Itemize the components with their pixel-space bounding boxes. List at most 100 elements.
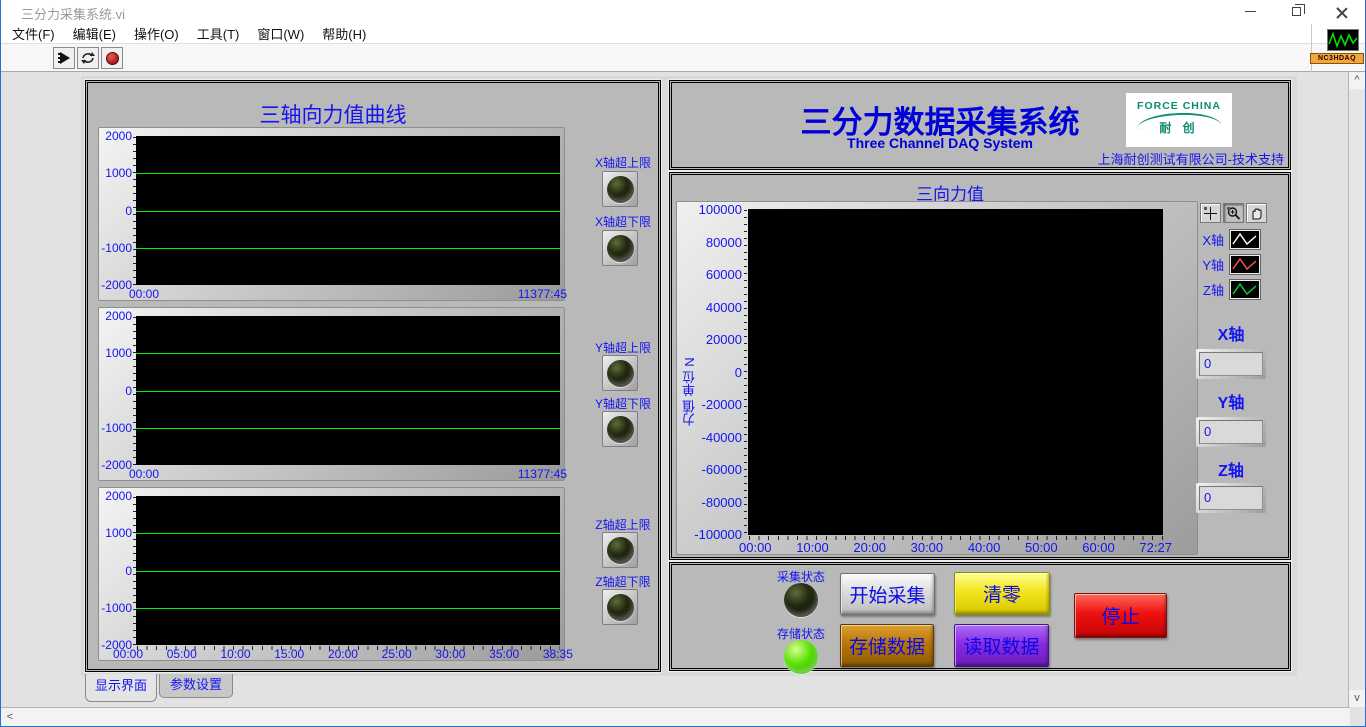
scroll-up-icon[interactable]: ^ <box>1349 72 1365 89</box>
read-data-button[interactable]: 读取数据 <box>954 624 1049 667</box>
waveform-chart-z[interactable]: 200010000-1000-2000 00:0005:0010:0015:00… <box>98 487 565 661</box>
tick-label: 05:00 <box>167 647 197 661</box>
tick-label: 2000 <box>105 489 132 503</box>
scroll-down-icon[interactable]: v <box>1349 690 1365 707</box>
horizontal-scrollbar[interactable]: < <box>1 707 1350 727</box>
x-lower-limit-led[interactable] <box>602 230 638 266</box>
tick-label: 20000 <box>706 332 742 347</box>
xy-graph[interactable]: 100000800006000040000200000-20000-40000-… <box>676 201 1198 555</box>
led-off-icon <box>607 235 634 262</box>
scroll-left-icon[interactable]: < <box>1 708 19 727</box>
menu-item[interactable]: 编辑(E) <box>64 24 125 43</box>
y-upper-limit-led[interactable] <box>602 355 638 391</box>
labview-window: 三分力采集系统.vi 文件(F)编辑(E)操作(O)工具(T)窗口(W)帮助(H… <box>0 0 1366 727</box>
close-icon <box>1336 6 1348 18</box>
legend-label: X轴 <box>1198 230 1224 249</box>
close-button[interactable] <box>1319 0 1365 23</box>
y-axis-readout: 0 <box>1196 417 1266 447</box>
tick-label: -2000 <box>101 278 132 292</box>
acquire-status-led <box>784 583 818 617</box>
vertical-scrollbar[interactable]: ^ v <box>1348 72 1365 707</box>
z-axis-readout-label: Z轴 <box>1198 457 1264 481</box>
stop-button[interactable]: 停止 <box>1074 593 1167 638</box>
header-panel: 三分力数据采集系统 Three Channel DAQ System FORCE… <box>669 80 1291 170</box>
tick-label: 20:00 <box>853 540 886 555</box>
x-axis-ticks: 00:00 11377:45 <box>129 467 567 481</box>
tick-label: 11377:45 <box>518 467 567 481</box>
legend-row-y[interactable]: Y轴 <box>1198 254 1261 275</box>
tick-label: 60000 <box>706 267 742 282</box>
menu-item[interactable]: 窗口(W) <box>248 24 313 43</box>
title-bar: 三分力采集系统.vi <box>1 0 1365 23</box>
menu-item[interactable]: 工具(T) <box>188 24 249 43</box>
tab-display-view[interactable]: 显示界面 <box>85 674 157 702</box>
z-lower-limit-led[interactable] <box>602 589 638 625</box>
restore-icon <box>1292 7 1301 16</box>
y-axis-readout-label: Y轴 <box>1198 389 1264 413</box>
tick-label: 00:00 <box>129 467 159 481</box>
tick-label: 30:00 <box>911 540 944 555</box>
tick-label: 2000 <box>105 129 132 143</box>
plot-area-y[interactable] <box>136 316 560 465</box>
tick-label: -20000 <box>702 397 742 412</box>
abort-button[interactable] <box>101 47 123 69</box>
tick-label: 1000 <box>105 166 132 180</box>
tick-label: 40000 <box>706 300 742 315</box>
graph-plot-area[interactable] <box>748 209 1163 535</box>
vi-badge-label: NC3HDAQ <box>1310 53 1364 64</box>
logo-text-en: FORCE CHINA <box>1126 100 1232 112</box>
threshold-line <box>136 571 560 572</box>
x-upper-limit-led[interactable] <box>602 171 638 207</box>
y-lower-limit-led[interactable] <box>602 411 638 447</box>
y-axis-value: 0 <box>1199 420 1263 444</box>
tick-label: -1000 <box>101 601 132 615</box>
x-axis-ticks: 00:0010:0020:0030:0040:0050:0060:0072:27 <box>739 540 1172 555</box>
tick-label: 00:00 <box>129 287 159 301</box>
minimize-button[interactable] <box>1227 0 1273 23</box>
tick-label: 40:00 <box>968 540 1001 555</box>
legend-row-x[interactable]: X轴 <box>1198 229 1261 250</box>
plot-area-x[interactable] <box>136 136 560 285</box>
toolbar-separator <box>1311 24 1312 72</box>
tick-label: 0 <box>125 204 132 218</box>
y-axis-ticks: 200010000-1000-2000 <box>99 309 132 472</box>
tick-label: -80000 <box>702 495 742 510</box>
x-axis-readout: 0 <box>1196 349 1266 379</box>
restore-button[interactable] <box>1273 0 1319 23</box>
tick-label: 10:00 <box>796 540 829 555</box>
threshold-line <box>136 173 560 174</box>
left-panel-title: 三轴向力值曲线 <box>98 99 568 129</box>
store-data-button[interactable]: 存储数据 <box>840 624 934 667</box>
led-off-icon <box>607 360 634 387</box>
tab-parameter-settings[interactable]: 参数设置 <box>159 674 233 698</box>
clear-button[interactable]: 清零 <box>954 572 1050 615</box>
tick-label: 80000 <box>706 235 742 250</box>
legend-line-swatch <box>1229 254 1261 275</box>
legend-row-z[interactable]: Z轴 <box>1198 279 1261 300</box>
z-upper-limit-led[interactable] <box>602 532 638 568</box>
menu-item[interactable]: 文件(F) <box>3 24 64 43</box>
tick-label: 00:00 <box>739 540 772 555</box>
menu-bar: 文件(F)编辑(E)操作(O)工具(T)窗口(W)帮助(H) <box>1 23 1365 44</box>
vi-toolbar <box>1 44 1365 72</box>
crosshair-tool-icon[interactable] <box>1200 203 1221 223</box>
plot-area-z[interactable] <box>136 496 560 645</box>
y-minor-ticks <box>744 210 747 536</box>
led-off-icon <box>607 594 634 621</box>
legend-line-swatch <box>1229 229 1261 250</box>
tick-label: -100000 <box>694 527 742 542</box>
control-panel: 采集状态 存储状态 开始采集 清零 停止 存储数据 读取数据 <box>669 562 1291 671</box>
y-lower-limit-label: Y轴超下限 <box>591 395 655 412</box>
waveform-chart-y[interactable]: 200010000-1000-2000 00:00 11377:45 <box>98 307 565 481</box>
waveform-chart-x[interactable]: 200010000-1000-2000 00:0011377:45 <box>98 127 565 301</box>
led-off-icon <box>607 537 634 564</box>
run-button[interactable] <box>53 47 75 69</box>
zoom-tool-icon[interactable] <box>1223 203 1244 223</box>
tick-label: -60000 <box>702 462 742 477</box>
start-acquire-button[interactable]: 开始采集 <box>840 573 935 615</box>
pan-tool-icon[interactable] <box>1246 203 1267 223</box>
run-continuous-button[interactable] <box>77 47 99 69</box>
menu-item[interactable]: 帮助(H) <box>313 24 375 43</box>
tick-label: 60:00 <box>1082 540 1115 555</box>
menu-item[interactable]: 操作(O) <box>125 24 188 43</box>
